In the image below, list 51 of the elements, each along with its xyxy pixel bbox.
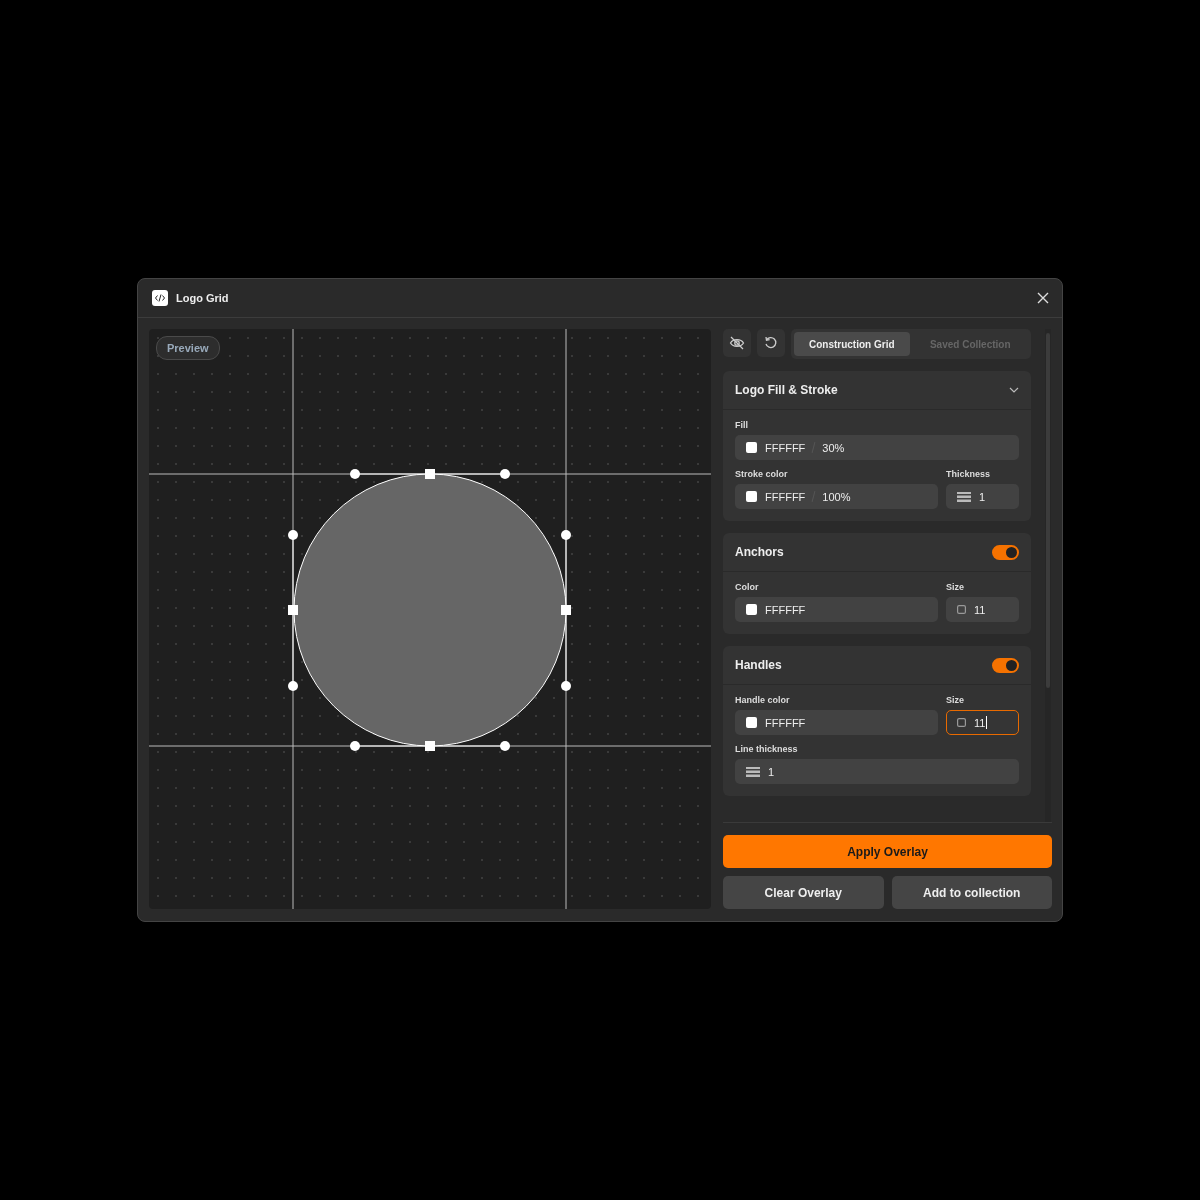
- input-field[interactable]: FFFFFF: [735, 597, 938, 622]
- square-icon: [957, 718, 966, 727]
- color-swatch[interactable]: [746, 604, 757, 615]
- close-icon[interactable]: [1037, 292, 1049, 304]
- section-title: Logo Fill & Stroke: [735, 383, 838, 397]
- chevron-icon[interactable]: [1009, 387, 1019, 393]
- opacity-value: 30%: [822, 441, 845, 454]
- input-field[interactable]: FFFFFF 30%: [735, 435, 1019, 460]
- opacity-value: 100%: [822, 490, 851, 503]
- code-icon: [152, 290, 168, 306]
- color-swatch[interactable]: [746, 491, 757, 502]
- input-field[interactable]: 1: [946, 484, 1019, 509]
- field-label: Stroke color: [735, 469, 789, 479]
- input-field[interactable]: FFFFFF: [735, 710, 938, 735]
- section-title: Handles: [735, 658, 782, 672]
- field-label: Size: [946, 582, 965, 592]
- field-label: Color: [735, 582, 760, 592]
- field-value: FFFFFF: [765, 441, 806, 454]
- field-value: FFFFFF: [765, 716, 806, 729]
- field-label: Fill: [735, 420, 749, 430]
- field-value: 11: [974, 716, 988, 729]
- input-field[interactable]: 11: [946, 597, 1019, 622]
- field-value: 1: [979, 490, 986, 503]
- field-label: Handle color: [735, 695, 791, 705]
- toggle-switch[interactable]: [992, 657, 1019, 673]
- tab[interactable]: Construction Grid: [794, 332, 910, 356]
- hide-icon[interactable]: [723, 329, 751, 357]
- field-label: Thickness: [946, 469, 992, 479]
- field-value: FFFFFF: [765, 603, 806, 616]
- toggle-switch[interactable]: [992, 544, 1019, 560]
- reset-icon[interactable]: [757, 329, 785, 357]
- action-button[interactable]: Clear Overlay: [723, 876, 884, 909]
- input-field[interactable]: FFFFFF 100%: [735, 484, 938, 509]
- preview-badge: Preview: [156, 336, 220, 360]
- field-value: FFFFFF: [765, 490, 806, 503]
- line-weight-icon: [957, 491, 971, 502]
- field-label: Line thickness: [735, 744, 799, 754]
- color-swatch[interactable]: [746, 442, 757, 453]
- circle-with-handles-drawing[interactable]: [288, 469, 571, 751]
- field-label: Size: [946, 695, 965, 705]
- field-value: 1: [768, 765, 775, 778]
- window-title: Logo Grid: [176, 292, 230, 304]
- apply-button[interactable]: Apply Overlay: [723, 835, 1052, 868]
- input-field[interactable]: 11: [946, 710, 1019, 735]
- input-field[interactable]: 1: [735, 759, 1019, 784]
- square-icon: [957, 605, 966, 614]
- action-button[interactable]: Add to collection: [891, 876, 1052, 909]
- color-swatch[interactable]: [746, 717, 757, 728]
- field-value: 11: [974, 603, 986, 616]
- line-weight-icon: [746, 766, 760, 777]
- section-title: Anchors: [735, 545, 784, 559]
